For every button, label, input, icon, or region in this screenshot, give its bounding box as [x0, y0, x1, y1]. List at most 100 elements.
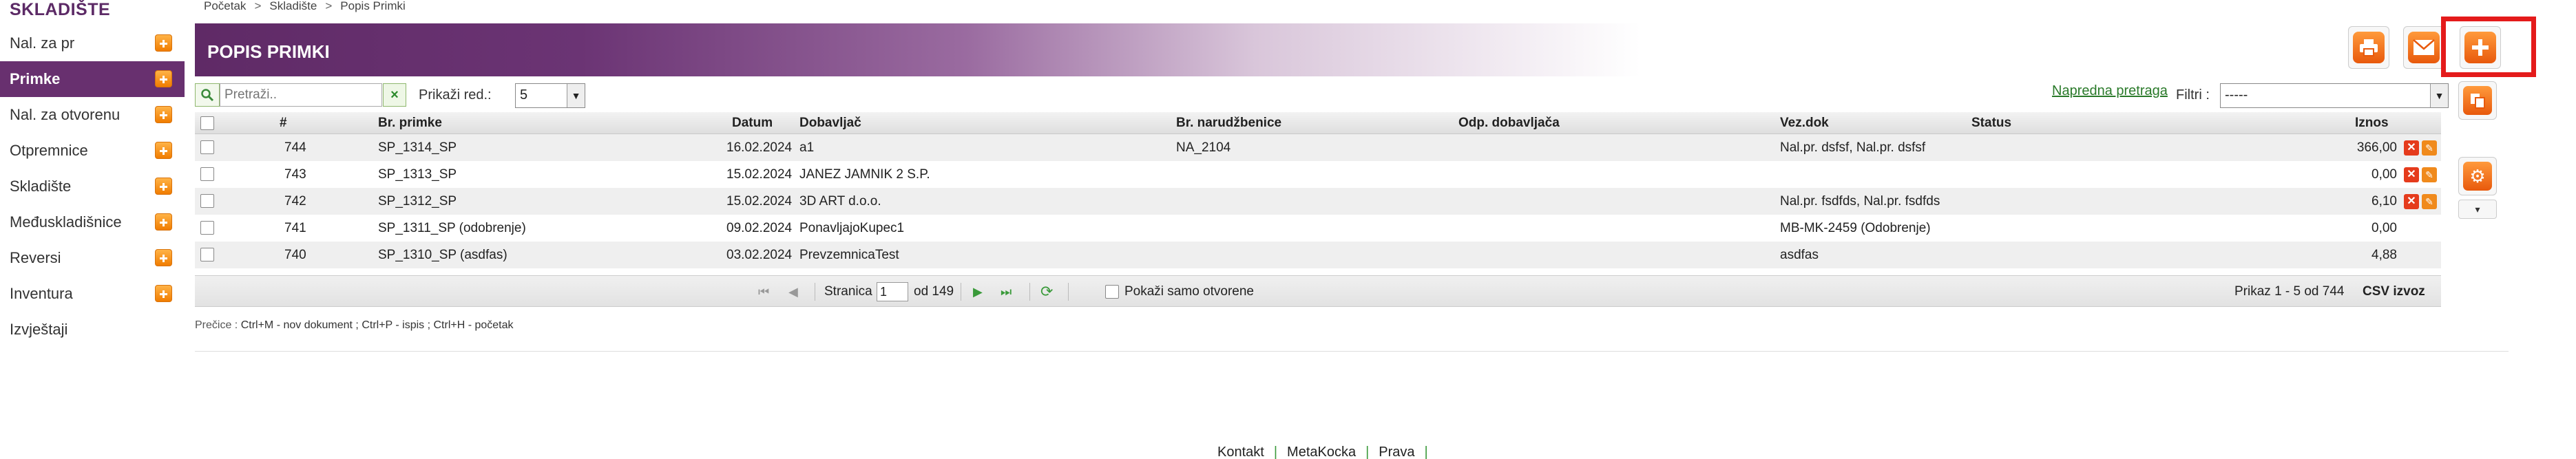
table-row[interactable]: 740 SP_1310_SP (asdfas) 03.02.2024 Prevz… — [195, 242, 2441, 268]
row-receipt-no[interactable]: SP_1313_SP — [378, 161, 457, 188]
column-header-status[interactable]: Status — [1971, 112, 2011, 134]
footer-contact-link[interactable]: Kontakt — [1217, 445, 1264, 459]
column-header-receipt-no[interactable]: Br. primke — [378, 112, 442, 134]
delete-icon[interactable]: ✕ — [2404, 167, 2419, 182]
row-receipt-no[interactable]: SP_1310_SP (asdfas) — [378, 242, 507, 268]
table-row[interactable]: 742 SP_1312_SP 15.02.2024 3D ART d.o.o. … — [195, 188, 2441, 215]
row-date: 09.02.2024 — [726, 220, 793, 235]
edit-icon[interactable]: ✎ — [2422, 140, 2437, 156]
row-checkbox[interactable] — [200, 140, 214, 154]
page-input[interactable]: 1 — [877, 282, 908, 301]
print-button[interactable] — [2348, 26, 2389, 69]
settings-button[interactable]: ⚙ — [2458, 157, 2497, 195]
show-open-checkbox[interactable] — [1105, 285, 1119, 299]
row-checkbox[interactable] — [200, 194, 214, 208]
footer-metakocka-link[interactable]: MetaKocka — [1287, 445, 1356, 459]
edit-icon[interactable]: ✎ — [2422, 167, 2437, 182]
filter-value: ----- — [2225, 87, 2248, 103]
filter-label: Filtri : — [2176, 87, 2210, 103]
row-number: 740 — [284, 247, 306, 262]
column-header-number[interactable]: # — [280, 112, 287, 134]
sidebar-title: SKLADIŠTE — [10, 0, 111, 19]
search-icon[interactable] — [195, 83, 220, 107]
delete-icon[interactable]: ✕ — [2404, 140, 2419, 156]
settings-dropdown-button[interactable]: ▾ — [2458, 200, 2497, 219]
plus-icon[interactable] — [155, 70, 172, 87]
row-amount: 0,00 — [2371, 220, 2397, 235]
edit-icon[interactable]: ✎ — [2422, 194, 2437, 209]
column-header-supplier-dispatch[interactable]: Odp. dobavljača — [1458, 112, 1560, 134]
column-header-date[interactable]: Datum — [732, 112, 773, 134]
plus-icon[interactable] — [155, 106, 172, 123]
table-row[interactable]: 741 SP_1311_SP (odobrenje) 09.02.2024 Po… — [195, 215, 2441, 242]
column-header-order-no[interactable]: Br. narudžbenice — [1176, 112, 1281, 134]
plus-icon[interactable] — [155, 285, 172, 302]
sidebar-item-label: Skladište — [10, 178, 72, 195]
row-date: 15.02.2024 — [726, 193, 793, 209]
row-number: 742 — [284, 193, 306, 209]
column-header-supplier[interactable]: Dobavljač — [799, 112, 861, 134]
row-checkbox[interactable] — [200, 221, 214, 235]
clear-search-icon[interactable]: × — [383, 83, 406, 107]
advanced-search-link[interactable]: Napredna pretraga — [2052, 83, 2168, 99]
sidebar-item-label: Reversi — [10, 249, 61, 266]
keyboard-shortcuts: Prečice : Ctrl+M - nov dokument ; Ctrl+P… — [195, 319, 514, 332]
sidebar-item-nal-za-otvorenu[interactable]: Nal. za otvorenu — [0, 97, 185, 133]
copy-button[interactable] — [2458, 81, 2497, 120]
last-page-icon[interactable]: ⏭ — [1001, 276, 1012, 308]
row-checkbox[interactable] — [200, 248, 214, 261]
csv-export-link[interactable]: CSV izvoz — [2363, 276, 2425, 308]
column-header-amount[interactable]: Iznos — [2355, 112, 2389, 134]
plus-icon[interactable] — [155, 249, 172, 266]
breadcrumb-home[interactable]: Početak — [204, 0, 246, 12]
plus-icon[interactable] — [155, 142, 172, 159]
rows-per-page-value: 5 — [520, 87, 528, 103]
plus-icon[interactable] — [155, 34, 172, 52]
breadcrumb-warehouse[interactable]: Skladište — [269, 0, 317, 12]
footer-separator: | — [1424, 445, 1428, 459]
sidebar-item-primke[interactable]: Primke — [0, 61, 185, 97]
row-receipt-no[interactable]: SP_1311_SP (odobrenje) — [378, 215, 526, 242]
footer-rights-link[interactable]: Prava — [1379, 445, 1414, 459]
row-number: 744 — [284, 140, 306, 155]
show-open-toggle[interactable]: Pokaži samo otvorene — [1105, 276, 1254, 308]
refresh-icon[interactable]: ⟳ — [1040, 276, 1053, 308]
sidebar-item-inventura[interactable]: Inventura — [0, 276, 185, 312]
row-amount: 0,00 — [2371, 167, 2397, 182]
filter-select[interactable]: ----- ▼ — [2220, 83, 2449, 108]
highlight-box — [2441, 17, 2536, 77]
footer-separator: | — [1273, 445, 1278, 459]
table-row[interactable]: 744 SP_1314_SP 16.02.2024 a1 NA_2104 Nal… — [195, 134, 2441, 161]
sidebar-item-label: Otpremnice — [10, 142, 88, 159]
sidebar-item-nal-za-pr[interactable]: Nal. za pr — [0, 25, 185, 61]
next-page-icon[interactable]: ▶ — [973, 276, 983, 308]
row-receipt-no[interactable]: SP_1312_SP — [378, 188, 457, 215]
row-date: 16.02.2024 — [726, 140, 793, 155]
sidebar-item-label: Nal. za pr — [10, 34, 75, 52]
search-input[interactable] — [220, 83, 382, 107]
chevron-down-icon: ▼ — [567, 84, 585, 107]
plus-icon[interactable] — [155, 213, 172, 231]
row-amount: 4,88 — [2371, 247, 2397, 262]
row-receipt-no[interactable]: SP_1314_SP — [378, 134, 457, 161]
sidebar-item-reversi[interactable]: Reversi — [0, 240, 185, 276]
delete-icon[interactable]: ✕ — [2404, 194, 2419, 209]
pagination-bar: ⏮ ◀ Stranica 1 od 149 ▶ ⏭ ⟳ Pokaži samo … — [195, 275, 2441, 307]
divider — [1029, 283, 1030, 301]
sidebar-item-label: Izvještaji — [10, 321, 68, 338]
table-row[interactable]: 743 SP_1313_SP 15.02.2024 JANEZ JAMNIK 2… — [195, 161, 2441, 188]
email-button[interactable] — [2403, 26, 2444, 69]
sidebar-item-meduskladisnice[interactable]: Međuskladišnice — [0, 204, 185, 240]
row-supplier: PrevzemnicaTest — [799, 247, 899, 262]
row-number: 743 — [284, 167, 306, 182]
sidebar-item-izvjestaji[interactable]: Izvještaji — [0, 312, 185, 348]
plus-icon[interactable] — [155, 178, 172, 195]
row-checkbox[interactable] — [200, 167, 214, 181]
sidebar-item-skladiste[interactable]: Skladište — [0, 169, 185, 204]
column-header-linked-docs[interactable]: Vez.dok — [1780, 112, 1829, 134]
previous-page-icon[interactable]: ◀ — [788, 276, 798, 308]
rows-per-page-select[interactable]: 5 ▼ — [515, 83, 585, 108]
select-all-checkbox[interactable] — [200, 116, 214, 130]
sidebar-item-otpremnice[interactable]: Otpremnice — [0, 133, 185, 169]
first-page-icon[interactable]: ⏮ — [758, 276, 769, 308]
